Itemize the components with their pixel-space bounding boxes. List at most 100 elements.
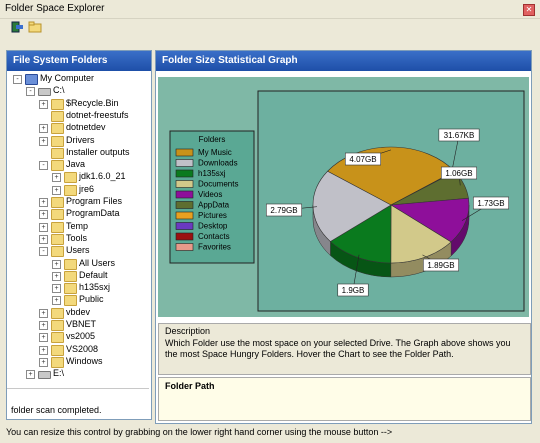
expand-icon[interactable]: + xyxy=(39,136,48,146)
tree-item[interactable]: dotnet-freestufs xyxy=(7,110,147,122)
description-text: Which Folder use the most space on your … xyxy=(165,338,511,359)
exit-icon[interactable] xyxy=(10,20,26,36)
tree-item-label: Tools xyxy=(66,232,88,243)
legend-label: Desktop xyxy=(198,222,228,231)
folder-icon xyxy=(51,221,64,233)
expand-icon[interactable]: + xyxy=(39,308,48,318)
expand-icon[interactable]: + xyxy=(26,370,35,380)
folder-icon xyxy=(51,135,64,147)
collapse-icon[interactable]: - xyxy=(26,87,35,97)
expand-icon[interactable]: + xyxy=(39,210,48,220)
data-label: 4.07GB xyxy=(349,155,376,164)
tree-item-label: All Users xyxy=(79,257,116,268)
tree-item[interactable]: + ProgramData xyxy=(7,208,147,221)
legend-swatch xyxy=(175,148,194,157)
data-label: 1.9GB xyxy=(342,286,365,295)
tree-item-label: C:\ xyxy=(53,85,65,96)
folder-icon xyxy=(64,184,77,196)
tree-item[interactable]: + Windows xyxy=(7,356,147,368)
expand-icon[interactable]: + xyxy=(52,284,61,294)
tree-item[interactable]: + Default xyxy=(7,270,147,282)
legend-label: Favorites xyxy=(198,243,231,252)
tree-item[interactable]: - C:\ xyxy=(7,85,147,97)
collapse-icon[interactable]: - xyxy=(13,75,22,84)
tree-item[interactable]: Installer outputs xyxy=(7,147,147,159)
expand-icon[interactable]: + xyxy=(39,222,48,232)
tree-item-label: Temp xyxy=(66,220,89,231)
tree-item-label: h135sxj xyxy=(79,282,111,293)
folder-icon xyxy=(51,344,64,356)
data-label: 1.06GB xyxy=(445,169,472,178)
pie-chart[interactable]: Folders My Music Downloadsh135sxj Documents… xyxy=(158,77,529,317)
expand-icon[interactable]: + xyxy=(39,333,48,343)
folder-icon xyxy=(51,246,64,258)
tree-item[interactable]: - Users xyxy=(7,245,147,258)
title-bar: Folder Space Explorer ✕ xyxy=(0,0,540,19)
expand-icon[interactable]: + xyxy=(39,234,48,244)
expand-icon[interactable]: + xyxy=(52,185,61,195)
legend-label: Videos xyxy=(198,190,222,199)
tree-item[interactable]: + $Recycle.Bin xyxy=(7,98,147,110)
chart-area[interactable]: Folders My Music Downloads h135sxj Documents… xyxy=(158,77,529,317)
tree-item[interactable]: + jdk1.6.0_21 xyxy=(7,171,147,184)
tree-item[interactable]: + vs2005 xyxy=(7,331,147,344)
tree-item[interactable]: + VS2008 xyxy=(7,344,147,356)
folder-path-title: Folder Path xyxy=(165,381,215,391)
data-label: 1.89GB xyxy=(427,261,454,270)
tree-item[interactable]: + Public xyxy=(7,294,147,307)
data-label: 2.79GB xyxy=(270,206,297,215)
legend-title: Folders xyxy=(199,135,226,144)
close-icon[interactable]: ✕ xyxy=(523,4,535,16)
expand-icon[interactable]: + xyxy=(39,345,48,355)
folder-icon xyxy=(64,258,77,270)
legend-label: h135sxj xyxy=(198,169,226,178)
tree-item-label: jdk1.6.0_21 xyxy=(79,171,126,182)
data-label: 1.73GB xyxy=(477,199,504,208)
tree-item[interactable]: + Drivers xyxy=(7,135,147,147)
folder-icon xyxy=(64,172,77,184)
tree-item[interactable]: + vbdev xyxy=(7,307,147,319)
legend-label: Downloads xyxy=(198,159,238,168)
folder-icon xyxy=(51,110,64,122)
folder-search-icon xyxy=(64,283,77,295)
legend-label: Pictures xyxy=(198,211,227,220)
collapse-icon[interactable]: - xyxy=(39,161,48,171)
drive-icon xyxy=(38,88,51,97)
expand-icon[interactable]: + xyxy=(52,271,61,281)
file-system-header: File System Folders xyxy=(7,51,151,71)
open-folder-icon[interactable] xyxy=(28,20,44,36)
tree-item[interactable]: - My Computer xyxy=(7,73,147,85)
tree-item[interactable]: + VBNET xyxy=(7,319,147,331)
tree-item-label: VBNET xyxy=(66,319,97,329)
data-label: 31.67KB xyxy=(444,131,475,140)
expand-icon[interactable]: + xyxy=(39,357,48,367)
expand-icon[interactable]: + xyxy=(39,99,48,109)
expand-icon[interactable]: + xyxy=(39,198,48,207)
folder-icon xyxy=(64,270,77,282)
legend-swatch xyxy=(175,243,194,251)
folder-icon xyxy=(51,332,64,344)
tree-item[interactable]: + dotnetdev xyxy=(7,122,147,135)
expand-icon[interactable]: + xyxy=(39,321,48,330)
tree-item[interactable]: + Temp xyxy=(7,221,147,233)
collapse-icon[interactable]: - xyxy=(39,247,48,257)
tree-item-label: Public xyxy=(79,294,104,305)
tree-item[interactable]: + Tools xyxy=(7,233,147,245)
tree-item-label: vbdev xyxy=(66,306,91,317)
tree-item-label: Default xyxy=(79,269,108,280)
expand-icon[interactable]: + xyxy=(52,296,61,306)
legend-swatch xyxy=(175,190,194,199)
expand-icon[interactable]: + xyxy=(52,259,61,269)
tree-item[interactable]: + h135sxj xyxy=(7,282,147,295)
tree-item[interactable]: + E:\ xyxy=(7,368,147,380)
legend-swatch xyxy=(175,159,194,167)
tree-item[interactable]: + All Users xyxy=(7,258,147,270)
tree-item[interactable]: - Java xyxy=(7,159,147,172)
folder-icon xyxy=(51,147,64,159)
expand-icon[interactable]: + xyxy=(52,173,61,183)
tree-item[interactable]: + jre6 xyxy=(7,184,147,196)
folder-path-box: Folder Path xyxy=(158,377,531,421)
expand-icon[interactable]: + xyxy=(39,124,48,134)
legend-label: My Music xyxy=(198,148,232,157)
tree-item[interactable]: + Program Files xyxy=(7,196,147,208)
